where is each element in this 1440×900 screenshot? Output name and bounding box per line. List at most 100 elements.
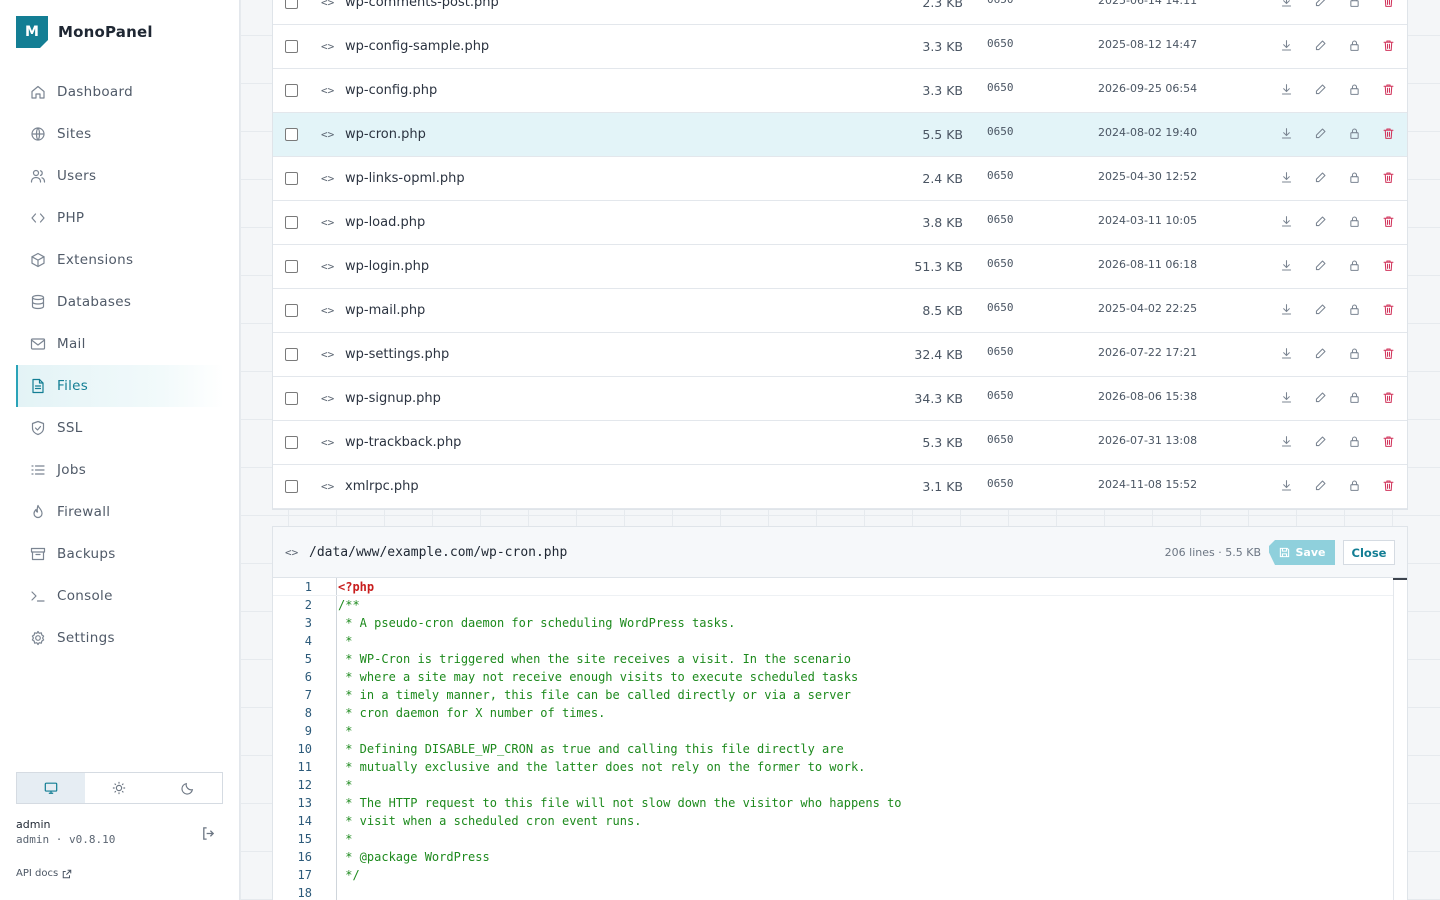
- brand[interactable]: M MonoPanel: [16, 16, 153, 48]
- theme-dark-button[interactable]: [154, 773, 222, 803]
- lock-icon[interactable]: [1337, 259, 1371, 272]
- file-name[interactable]: wp-signup.php: [345, 391, 441, 406]
- trash-icon[interactable]: [1371, 347, 1405, 360]
- trash-icon[interactable]: [1371, 215, 1405, 228]
- lock-icon[interactable]: [1337, 215, 1371, 228]
- download-icon[interactable]: [1269, 171, 1303, 184]
- file-row[interactable]: <> wp-mail.php 8.5 KB 0650 2025-04-02 22:25: [273, 289, 1407, 333]
- row-checkbox[interactable]: [285, 348, 298, 361]
- file-name[interactable]: wp-load.php: [345, 215, 425, 230]
- file-permissions[interactable]: 0650: [987, 389, 1014, 402]
- file-row[interactable]: <> wp-links-opml.php 2.4 KB 0650 2025-04-30 …: [273, 157, 1407, 201]
- row-checkbox[interactable]: [285, 304, 298, 317]
- download-icon[interactable]: [1269, 347, 1303, 360]
- edit-icon[interactable]: [1303, 0, 1337, 8]
- file-name[interactable]: wp-mail.php: [345, 303, 425, 318]
- file-permissions[interactable]: 0650: [987, 37, 1014, 50]
- file-name[interactable]: xmlrpc.php: [345, 479, 419, 494]
- sidebar-item-jobs[interactable]: Jobs: [16, 449, 224, 491]
- file-permissions[interactable]: 0650: [987, 125, 1014, 138]
- download-icon[interactable]: [1269, 39, 1303, 52]
- row-checkbox[interactable]: [285, 40, 298, 53]
- download-icon[interactable]: [1269, 0, 1303, 8]
- trash-icon[interactable]: [1371, 435, 1405, 448]
- row-checkbox[interactable]: [285, 436, 298, 449]
- sidebar-item-backups[interactable]: Backups: [16, 533, 224, 575]
- theme-system-button[interactable]: [17, 773, 86, 803]
- file-permissions[interactable]: 0650: [987, 477, 1014, 490]
- lock-icon[interactable]: [1337, 479, 1371, 492]
- edit-icon[interactable]: [1303, 347, 1337, 360]
- sidebar-item-firewall[interactable]: Firewall: [16, 491, 224, 533]
- sidebar-item-php[interactable]: PHP: [16, 197, 224, 239]
- trash-icon[interactable]: [1371, 127, 1405, 140]
- file-row[interactable]: <> wp-signup.php 34.3 KB 0650 2026-08-06 15:…: [273, 377, 1407, 421]
- sidebar-item-sites[interactable]: Sites: [16, 113, 224, 155]
- row-checkbox[interactable]: [285, 172, 298, 185]
- file-name[interactable]: wp-cron.php: [345, 127, 426, 142]
- trash-icon[interactable]: [1371, 303, 1405, 316]
- sidebar-item-databases[interactable]: Databases: [16, 281, 224, 323]
- scrollbar-thumb[interactable]: [1393, 578, 1407, 580]
- sidebar-item-mail[interactable]: Mail: [16, 323, 224, 365]
- file-permissions[interactable]: 0650: [987, 169, 1014, 182]
- logout-icon[interactable]: [201, 826, 216, 845]
- lock-icon[interactable]: [1337, 83, 1371, 96]
- file-name[interactable]: wp-config-sample.php: [345, 39, 489, 54]
- file-permissions[interactable]: 0650: [987, 301, 1014, 314]
- file-name[interactable]: wp-comments-post.php: [345, 0, 499, 10]
- file-row[interactable]: <> wp-settings.php 32.4 KB 0650 2026-07-22 1…: [273, 333, 1407, 377]
- lock-icon[interactable]: [1337, 127, 1371, 140]
- trash-icon[interactable]: [1371, 39, 1405, 52]
- edit-icon[interactable]: [1303, 39, 1337, 52]
- sidebar-item-console[interactable]: Console: [16, 575, 224, 617]
- edit-icon[interactable]: [1303, 259, 1337, 272]
- download-icon[interactable]: [1269, 259, 1303, 272]
- api-docs-link[interactable]: API docs: [16, 868, 72, 879]
- code-area[interactable]: 1 <?php 2 /** 3 * A pseudo-cron daemon for s…: [273, 578, 1393, 900]
- file-name[interactable]: wp-login.php: [345, 259, 429, 274]
- editor-scrollbar[interactable]: [1393, 578, 1407, 900]
- download-icon[interactable]: [1269, 83, 1303, 96]
- sidebar-item-extensions[interactable]: Extensions: [16, 239, 224, 281]
- row-checkbox[interactable]: [285, 216, 298, 229]
- trash-icon[interactable]: [1371, 391, 1405, 404]
- trash-icon[interactable]: [1371, 0, 1405, 8]
- file-row[interactable]: <> wp-trackback.php 5.3 KB 0650 2026-07-31 1…: [273, 421, 1407, 465]
- row-checkbox[interactable]: [285, 128, 298, 141]
- file-name[interactable]: wp-settings.php: [345, 347, 449, 362]
- edit-icon[interactable]: [1303, 391, 1337, 404]
- edit-icon[interactable]: [1303, 171, 1337, 184]
- trash-icon[interactable]: [1371, 259, 1405, 272]
- lock-icon[interactable]: [1337, 391, 1371, 404]
- row-checkbox[interactable]: [285, 0, 298, 9]
- file-name[interactable]: wp-trackback.php: [345, 435, 461, 450]
- edit-icon[interactable]: [1303, 215, 1337, 228]
- download-icon[interactable]: [1269, 391, 1303, 404]
- edit-icon[interactable]: [1303, 83, 1337, 96]
- theme-light-button[interactable]: [85, 773, 153, 803]
- edit-icon[interactable]: [1303, 303, 1337, 316]
- file-row[interactable]: <> wp-login.php 51.3 KB 0650 2026-08-11 06:1…: [273, 245, 1407, 289]
- lock-icon[interactable]: [1337, 171, 1371, 184]
- row-checkbox[interactable]: [285, 392, 298, 405]
- sidebar-item-files[interactable]: Files: [16, 365, 224, 407]
- lock-icon[interactable]: [1337, 39, 1371, 52]
- trash-icon[interactable]: [1371, 171, 1405, 184]
- sidebar-item-ssl[interactable]: SSL: [16, 407, 224, 449]
- save-button[interactable]: Save: [1269, 540, 1335, 565]
- edit-icon[interactable]: [1303, 435, 1337, 448]
- download-icon[interactable]: [1269, 303, 1303, 316]
- file-row[interactable]: <> xmlrpc.php 3.1 KB 0650 2024-11-08 15:52: [273, 465, 1407, 509]
- row-checkbox[interactable]: [285, 480, 298, 493]
- lock-icon[interactable]: [1337, 347, 1371, 360]
- file-name[interactable]: wp-links-opml.php: [345, 171, 465, 186]
- file-row[interactable]: <> wp-comments-post.php 2.3 KB 0650 2025-06-…: [273, 0, 1407, 25]
- file-permissions[interactable]: 0650: [987, 81, 1014, 94]
- file-permissions[interactable]: 0650: [987, 257, 1014, 270]
- trash-icon[interactable]: [1371, 479, 1405, 492]
- download-icon[interactable]: [1269, 215, 1303, 228]
- file-permissions[interactable]: 0650: [987, 433, 1014, 446]
- file-name[interactable]: wp-config.php: [345, 83, 437, 98]
- file-permissions[interactable]: 0650: [987, 0, 1014, 6]
